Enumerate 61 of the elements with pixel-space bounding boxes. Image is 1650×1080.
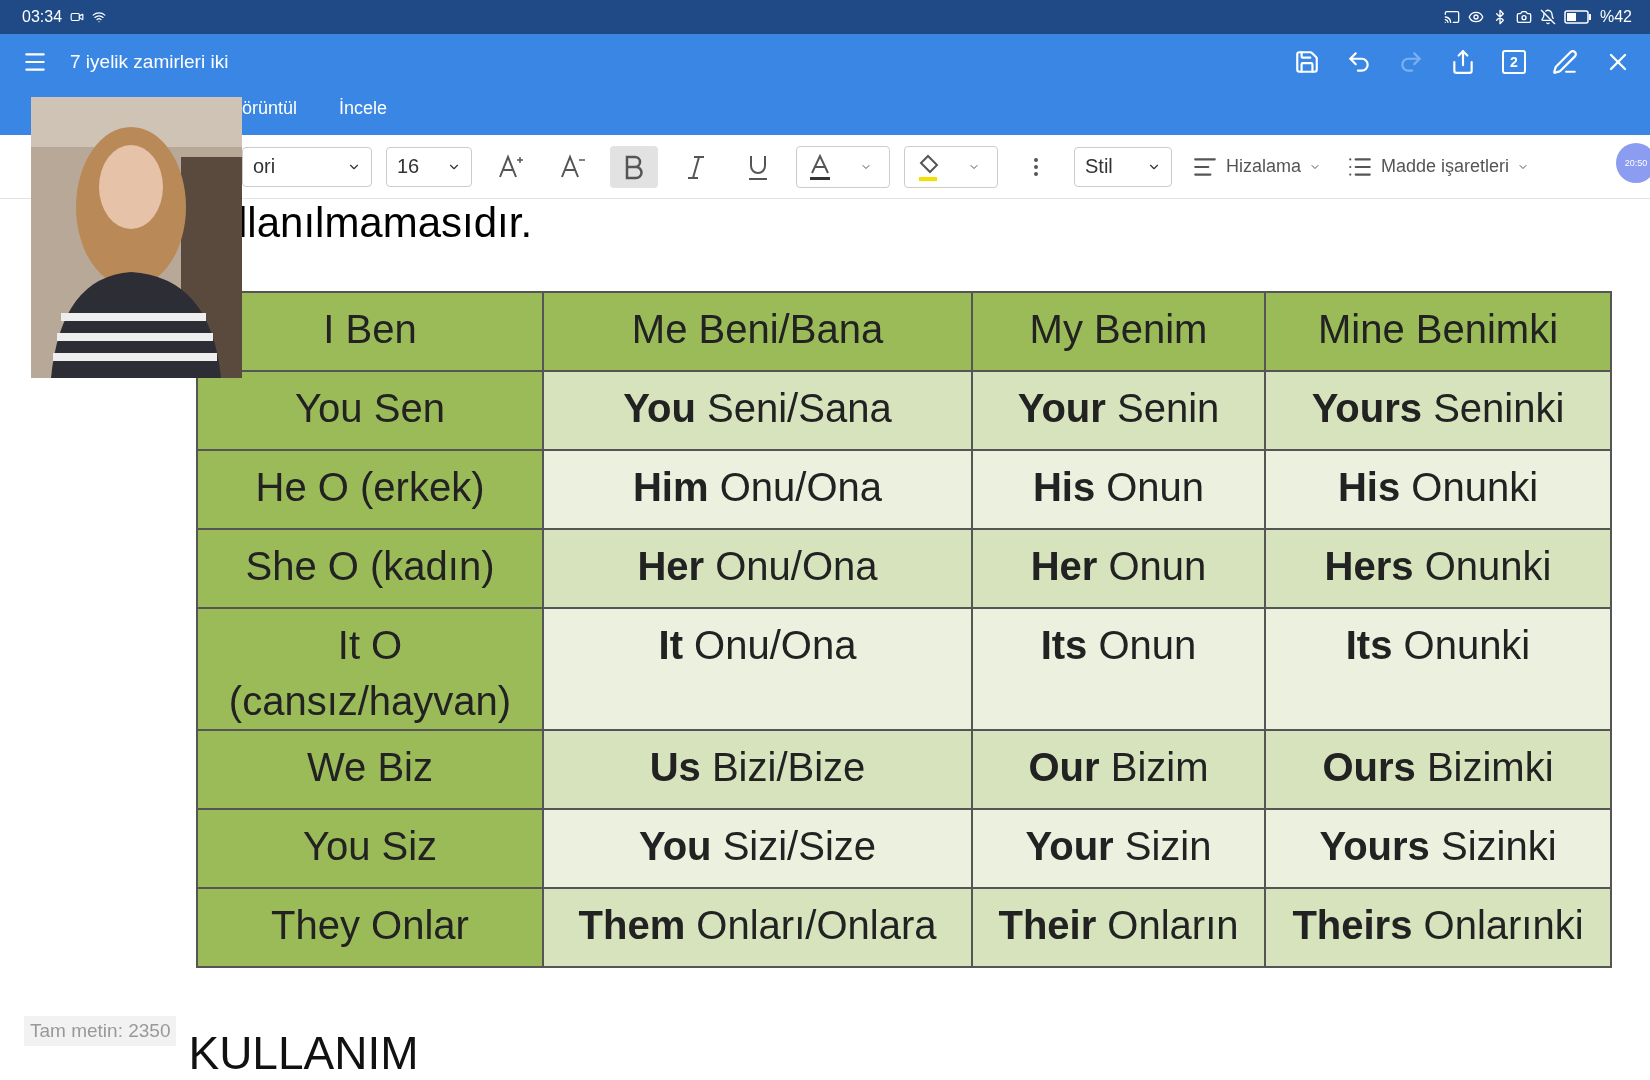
table-cell: Our Bizim — [972, 730, 1265, 809]
table-cell: She O (kadın) — [197, 529, 543, 608]
table-cell: Him Onu/Ona — [543, 450, 972, 529]
table-cell: Your Senin — [972, 371, 1265, 450]
cast-icon — [1443, 9, 1460, 25]
word-count: Tam metin: 2350 — [24, 1016, 177, 1046]
font-color-select[interactable] — [796, 145, 890, 188]
page-count-button[interactable]: 2 — [1502, 50, 1526, 74]
table-cell: Theirs Onlarınki — [1265, 888, 1611, 967]
size-select[interactable]: 16 — [386, 146, 472, 187]
style-select[interactable]: Stil — [1074, 146, 1172, 187]
bold-icon[interactable] — [610, 145, 658, 188]
clock: 03:34 — [22, 8, 63, 26]
table-cell: Me Beni/Bana — [543, 292, 972, 371]
table-cell: Them Onları/Onlara — [543, 888, 972, 967]
undo-icon[interactable] — [1346, 49, 1372, 75]
table-cell: Her Onun — [972, 529, 1265, 608]
table-cell: Us Bizi/Bize — [543, 730, 972, 809]
document-title: 7 iyelik zamirleri iki — [70, 51, 229, 73]
table-cell: Hers Onunki — [1265, 529, 1611, 608]
table-cell: Yours Sizinki — [1265, 809, 1611, 888]
battery-icon — [1563, 10, 1592, 24]
ribbon-tab[interactable]: örüntül — [242, 97, 298, 128]
table-cell: My Benim — [972, 292, 1265, 371]
font-select[interactable]: ori — [242, 146, 372, 187]
table-cell: Yours Seninki — [1265, 371, 1611, 450]
align-menu[interactable]: Hizalama — [1186, 152, 1328, 181]
table-cell: You Seni/Sana — [543, 371, 972, 450]
table-cell: His Onunki — [1265, 450, 1611, 529]
section-heading: KULLANIM — [188, 1026, 419, 1080]
table-cell: Ours Bizimki — [1265, 730, 1611, 809]
table-cell: It O (cansız/hayvan) — [197, 608, 543, 730]
highlight-select[interactable] — [904, 145, 998, 188]
table-cell: Its Onunki — [1265, 608, 1611, 730]
table-cell: You Sen — [197, 371, 543, 450]
bullets-menu[interactable]: Madde işaretleri — [1341, 152, 1536, 181]
mute-icon — [1539, 9, 1556, 25]
table-cell: You Siz — [197, 809, 543, 888]
ribbon-tab[interactable]: İncele — [339, 97, 388, 128]
table-cell: Their Onların — [972, 888, 1265, 967]
camera-icon — [1515, 9, 1532, 25]
table-cell: Its Onun — [972, 608, 1265, 730]
table-cell: You Sizi/Size — [543, 809, 972, 888]
table-cell: They Onlar — [197, 888, 543, 967]
table-cell: It Onu/Ona — [543, 608, 972, 730]
font-color-icon — [808, 152, 832, 181]
table-cell: He O (erkek) — [197, 450, 543, 529]
table-cell: Her Onu/Ona — [543, 529, 972, 608]
table-cell: Your Sizin — [972, 809, 1265, 888]
edit-icon[interactable] — [1552, 49, 1578, 75]
eye-icon — [1467, 9, 1484, 25]
camera-icon — [70, 10, 85, 24]
battery-level: %42 — [1599, 8, 1632, 26]
body-text: llanılmamasıdır. — [237, 199, 534, 248]
highlighter-icon — [916, 152, 940, 181]
wifi-icon — [92, 10, 107, 24]
save-icon[interactable] — [1294, 49, 1320, 75]
table-cell: His Onun — [972, 450, 1265, 529]
share-icon[interactable] — [1450, 49, 1476, 75]
table-cell: Mine Benimki — [1265, 292, 1611, 371]
table-cell: We Biz — [197, 730, 543, 809]
